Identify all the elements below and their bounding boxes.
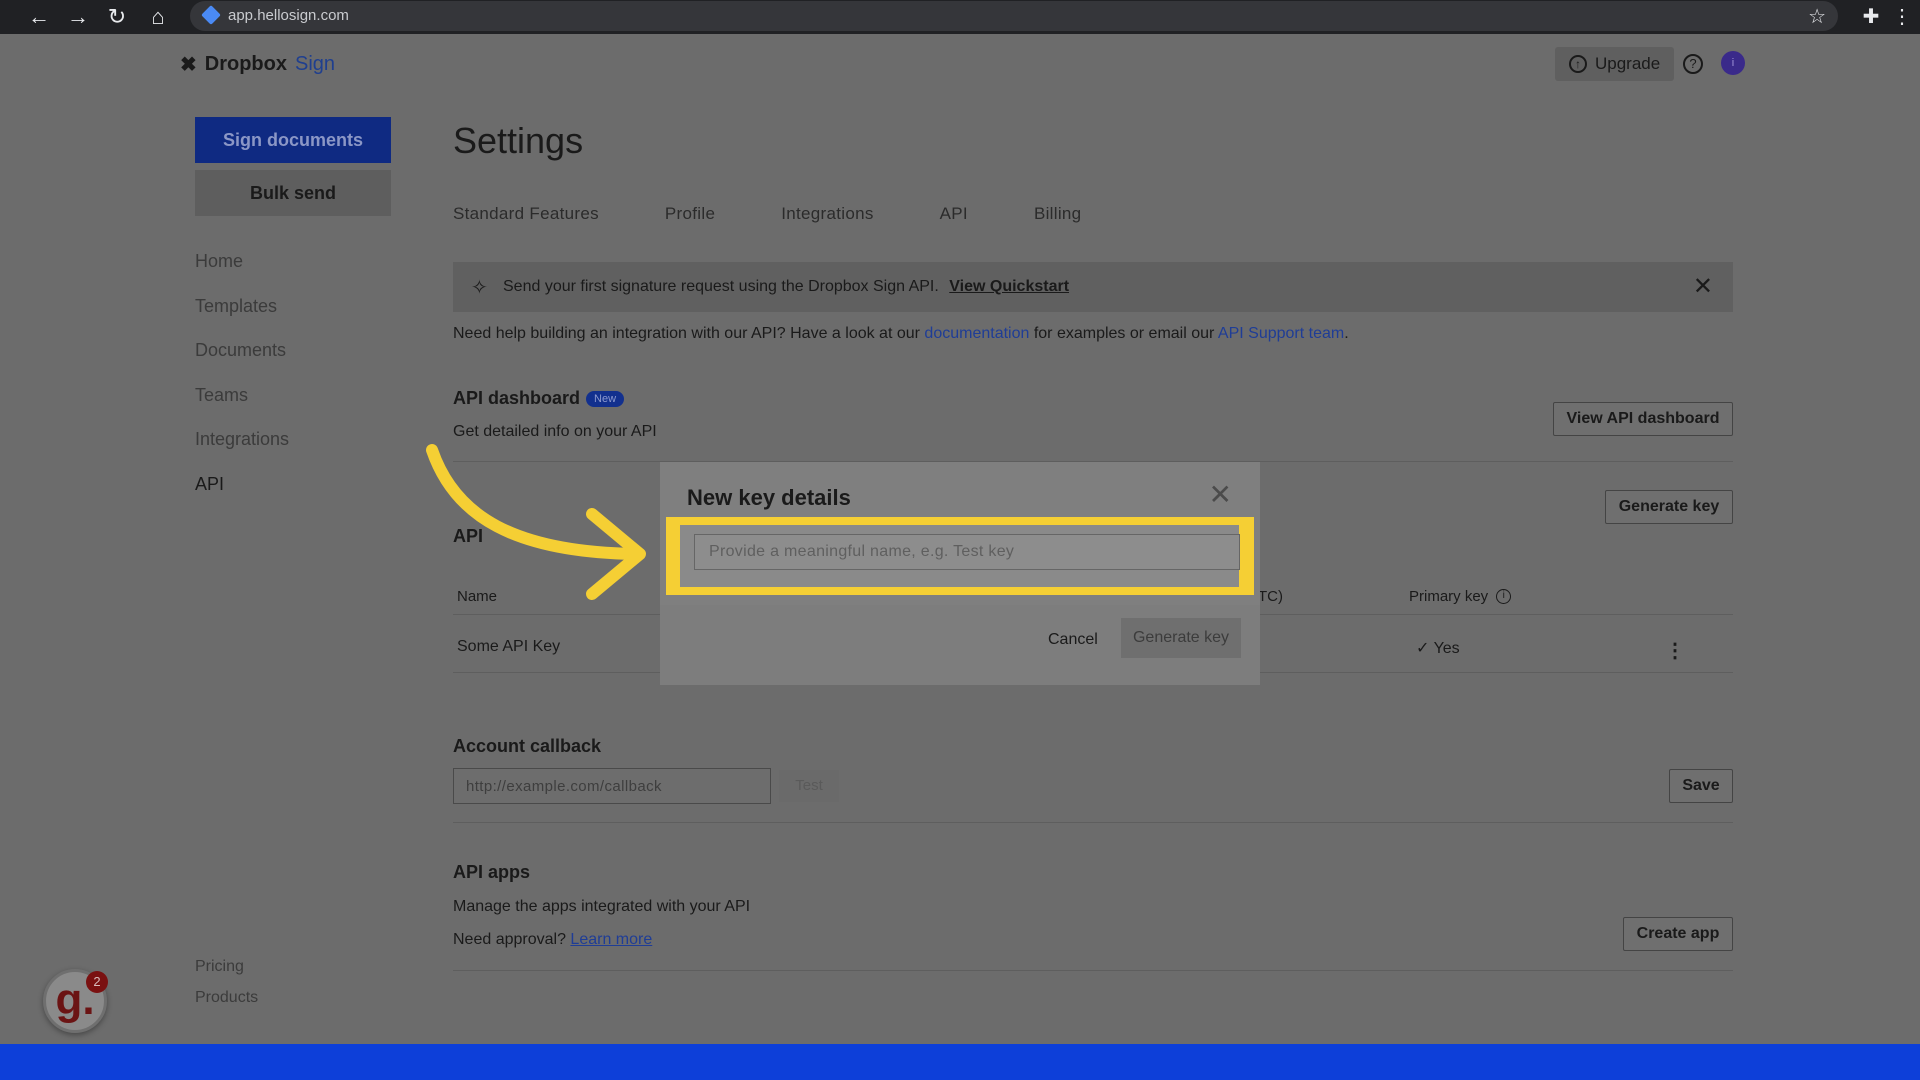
divider [453, 822, 1733, 823]
new-key-modal: New key details ✕ Cancel Generate key [660, 462, 1260, 685]
new-badge: New [586, 390, 625, 407]
quickstart-banner: ✧ Send your first signature request usin… [453, 262, 1733, 312]
api-apps-description: Manage the apps integrated with your API [453, 898, 751, 915]
callback-url-input[interactable]: http://example.com/callback [453, 768, 771, 804]
sidebar-item-integrations[interactable]: Integrations [195, 425, 289, 470]
dropbox-sign-logo[interactable]: ✖ Dropbox Sign [180, 52, 335, 77]
tab-integrations[interactable]: Integrations [781, 204, 873, 224]
approval-label: Need approval? [453, 931, 571, 948]
help-icon[interactable]: ? [1683, 54, 1703, 74]
dropbox-logo-icon: ✖ [180, 54, 197, 76]
primary-key-label: Primary key [1409, 588, 1489, 605]
column-header-primary-key: Primary key i [1409, 588, 1512, 605]
modal-generate-key-button[interactable]: Generate key [1121, 618, 1241, 658]
view-api-dashboard-button[interactable]: View API dashboard [1553, 402, 1733, 436]
app-page: ✖ Dropbox Sign ↑ Upgrade ? i Sign docume… [0, 34, 1920, 1044]
sidebar-nav: Home Templates Documents Teams Integrati… [195, 247, 289, 514]
create-app-button[interactable]: Create app [1623, 917, 1733, 951]
close-icon[interactable]: ✕ [1693, 272, 1713, 301]
api-apps-title: API apps [453, 862, 531, 882]
approval-text: Need approval? Learn more [453, 931, 652, 949]
products-link[interactable]: Products [195, 989, 258, 1020]
bookmark-star-icon[interactable]: ☆ [1808, 4, 1826, 29]
browser-toolbar: ← → ↻ ⌂ app.hellosign.com ☆ ✚ ⋮ [0, 0, 1920, 34]
sidebar-item-api[interactable]: API [195, 470, 289, 515]
sidebar-item-templates[interactable]: Templates [195, 292, 289, 337]
help-text-part: Need help building an integration with o… [453, 325, 925, 342]
sign-documents-button[interactable]: Sign documents [195, 117, 391, 163]
annotation-arrow-icon [426, 444, 646, 600]
back-icon[interactable]: ← [24, 3, 54, 31]
address-bar[interactable]: app.hellosign.com ☆ [190, 1, 1838, 31]
notification-count-badge: 2 [86, 971, 108, 993]
logo-primary-text: Dropbox [204, 53, 287, 75]
reload-icon[interactable]: ↻ [102, 3, 132, 31]
upgrade-arrow-icon: ↑ [1569, 55, 1587, 73]
modal-footer: Cancel Generate key [660, 605, 1260, 685]
api-support-link[interactable]: API Support team [1218, 325, 1344, 342]
tab-standard-features[interactable]: Standard Features [453, 204, 599, 224]
learn-more-link[interactable]: Learn more [570, 931, 652, 948]
api-dashboard-description: Get detailed info on your API [453, 423, 657, 440]
sidebar-item-documents[interactable]: Documents [195, 336, 289, 381]
api-dashboard-heading: API dashboard New [453, 388, 625, 409]
upgrade-label: Upgrade [1595, 54, 1661, 73]
tab-profile[interactable]: Profile [665, 204, 715, 224]
sparkle-icon: ✧ [471, 277, 488, 299]
page-title: Settings [453, 120, 584, 161]
generate-key-button[interactable]: Generate key [1605, 490, 1733, 524]
account-callback-title: Account callback [453, 736, 602, 756]
extensions-icon[interactable]: ✚ [1856, 3, 1886, 31]
bulk-send-button[interactable]: Bulk send [195, 170, 391, 216]
help-text-part: for examples or email our [1029, 325, 1218, 342]
close-icon[interactable]: ✕ [1209, 478, 1232, 511]
highlight-box [666, 517, 1254, 595]
info-icon[interactable]: i [1496, 589, 1512, 604]
forward-icon[interactable]: → [63, 3, 93, 31]
cancel-button[interactable]: Cancel [1048, 631, 1098, 649]
logo-secondary-text: Sign [294, 53, 336, 75]
avatar[interactable]: i [1721, 51, 1745, 75]
test-callback-button[interactable]: Test [779, 770, 839, 802]
column-header-created: TC) [1258, 588, 1283, 605]
banner-text: Send your first signature request using … [503, 278, 939, 295]
help-text: Need help building an integration with o… [453, 325, 1349, 343]
sidebar-item-teams[interactable]: Teams [195, 381, 289, 426]
api-key-row-primary: ✓ Yes [1416, 640, 1460, 657]
view-quickstart-link[interactable]: View Quickstart [949, 278, 1069, 295]
bottom-strip [0, 1044, 1920, 1080]
tab-api[interactable]: API [940, 204, 968, 224]
settings-tabs: Standard Features Profile Integrations A… [453, 204, 1147, 224]
api-key-row-name: Some API Key [457, 638, 561, 655]
api-dashboard-title: API dashboard [453, 388, 581, 408]
url-text: app.hellosign.com [228, 7, 349, 24]
sidebar-item-home[interactable]: Home [195, 247, 289, 292]
save-button[interactable]: Save [1669, 769, 1733, 803]
kebab-menu-icon[interactable]: ⋮ [1665, 638, 1685, 663]
pricing-link[interactable]: Pricing [195, 958, 258, 989]
help-text-part: . [1344, 325, 1349, 342]
tab-billing[interactable]: Billing [1034, 204, 1081, 224]
input-wrapper [680, 525, 1240, 587]
browser-menu-icon[interactable]: ⋮ [1887, 3, 1917, 31]
sidebar-footer: Pricing Products [195, 958, 258, 1020]
site-favicon-icon [201, 5, 221, 25]
modal-title: New key details [687, 485, 851, 510]
key-name-input[interactable] [694, 534, 1240, 570]
divider [453, 970, 1733, 971]
home-icon[interactable]: ⌂ [143, 3, 173, 31]
upgrade-button[interactable]: ↑ Upgrade [1555, 47, 1675, 81]
documentation-link[interactable]: documentation [924, 325, 1029, 342]
